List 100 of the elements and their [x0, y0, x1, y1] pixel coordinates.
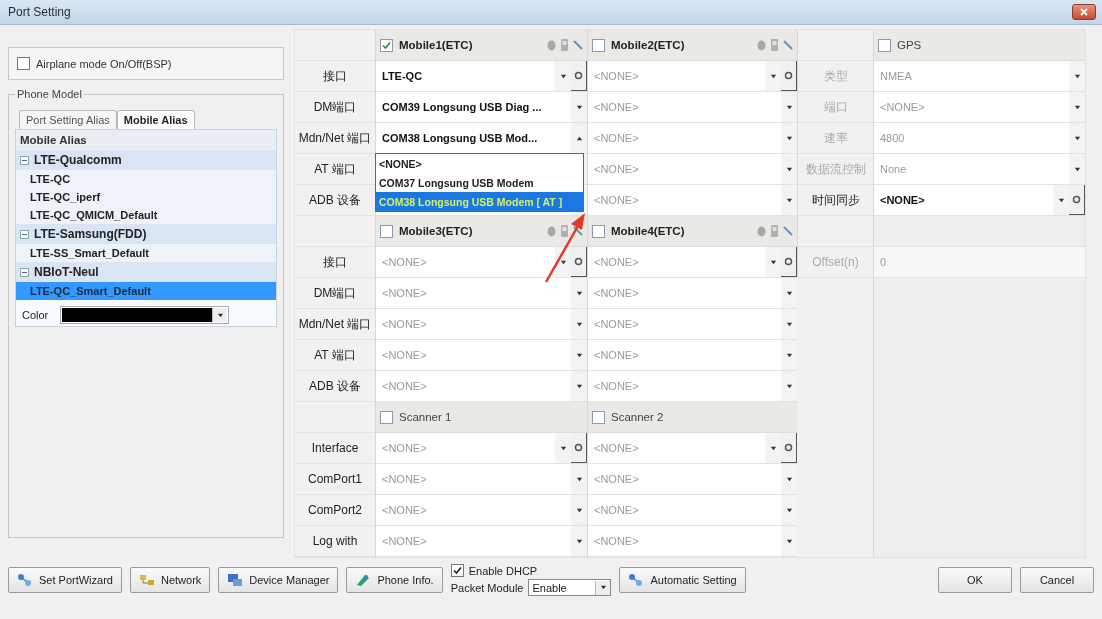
network-icon: [138, 573, 155, 587]
checkbox-label: Airplane mode On/Off(BSP): [36, 57, 172, 70]
toolbar-button[interactable]: Device Manager: [218, 567, 339, 593]
caret-icon: [785, 320, 793, 328]
tab[interactable]: Port Setting Alias: [19, 110, 117, 129]
tree-item[interactable]: LTE-QC_QMICM_Default: [16, 206, 276, 224]
tree-item[interactable]: LTE-QC: [16, 170, 276, 188]
caret-icon: [769, 444, 777, 452]
group-label: NBIoT-Neul: [34, 265, 99, 279]
list-header: Mobile Alias: [16, 130, 276, 150]
checkbox[interactable]: [450, 564, 464, 577]
caret-icon: [559, 444, 567, 452]
column-title: Scanner 1: [399, 411, 453, 423]
tree-item[interactable]: LTE-QC_Smart_Default: [16, 282, 276, 300]
dropdown-option[interactable]: <NONE>: [376, 154, 583, 173]
caret-icon: [216, 311, 224, 319]
plug-icon: [573, 39, 583, 51]
checkbox[interactable]: [17, 57, 30, 70]
checkbox[interactable]: [380, 224, 393, 238]
globe-icon: [547, 39, 556, 51]
checkbox-label: Enable DHCP: [468, 564, 538, 577]
circle-icon: [784, 71, 793, 80]
checkbox[interactable]: [380, 410, 393, 424]
settings-button[interactable]: [571, 61, 587, 91]
collapse-icon: [20, 155, 29, 165]
circle-icon: [1072, 195, 1081, 204]
row-label: 时间同步: [797, 185, 873, 216]
column-title: GPS: [897, 39, 923, 51]
collapse-icon: [20, 267, 29, 277]
close-button[interactable]: [1072, 4, 1096, 20]
circle-icon: [574, 443, 583, 452]
caret-icon: [1057, 196, 1065, 204]
globe-icon: [757, 225, 766, 237]
checkbox[interactable]: [592, 224, 605, 238]
color-label: Color: [22, 309, 49, 321]
caret-icon: [785, 475, 793, 483]
caret-icon: [785, 382, 793, 390]
caret-icon: [575, 351, 583, 359]
phone-icon: [355, 573, 372, 587]
checkbox[interactable]: [380, 38, 393, 52]
row-label: 类型: [797, 61, 873, 92]
caret-icon: [785, 289, 793, 297]
cancel-button[interactable]: Cancel: [1020, 567, 1094, 593]
close-icon: [1080, 8, 1088, 16]
caret-icon: [769, 258, 777, 266]
dropdown-option[interactable]: COM37 Longsung USB Modem: [376, 173, 583, 192]
caret-icon: [599, 584, 607, 591]
caret-icon: [1073, 103, 1081, 111]
caret-icon: [575, 537, 583, 545]
dropdown-field[interactable]: Enable: [528, 579, 612, 596]
column-title: Mobile4(ETC): [611, 225, 686, 237]
group-label: LTE-Samsung(FDD): [34, 227, 147, 241]
computer-icon: [227, 573, 244, 587]
caret-icon: [575, 382, 583, 390]
phone-icon: [770, 225, 779, 237]
plug-icon: [783, 39, 793, 51]
column-title: Mobile1(ETC): [399, 39, 474, 51]
circle-icon: [574, 257, 583, 266]
toolbar-button[interactable]: Network: [129, 567, 211, 593]
caret-icon: [575, 134, 583, 142]
connector-icon: [17, 573, 33, 587]
phone-icon: [560, 225, 569, 237]
tab[interactable]: Mobile Alias: [116, 110, 195, 129]
settings-button[interactable]: [1069, 185, 1085, 215]
row-label: Offset(n): [797, 247, 873, 278]
dropdown-option[interactable]: COM38 Longsung USB Modem [ AT ]: [376, 192, 583, 211]
tree-group[interactable]: LTE-Qualcomm: [16, 150, 276, 170]
window-title: Port Setting: [8, 5, 71, 19]
checkbox[interactable]: [878, 38, 891, 52]
circle-icon: [784, 257, 793, 266]
ok-button[interactable]: OK: [938, 567, 1012, 593]
phone-icon: [770, 39, 779, 51]
circle-icon: [784, 443, 793, 452]
tree-item[interactable]: LTE-QC_iperf: [16, 188, 276, 206]
caret-icon: [575, 289, 583, 297]
column-title: Mobile2(ETC): [611, 39, 686, 51]
caret-icon: [575, 103, 583, 111]
caret-icon: [785, 134, 793, 142]
caret-icon: [785, 196, 793, 204]
caret-icon: [575, 475, 583, 483]
toolbar-button[interactable]: Automatic Setting: [619, 567, 746, 593]
caret-icon: [785, 351, 793, 359]
tree-group[interactable]: NBIoT-Neul: [16, 262, 276, 282]
dropdown-field[interactable]: COM39 Longsung USB Diag ...: [376, 92, 587, 122]
toolbar-button[interactable]: Phone Info.: [346, 567, 443, 593]
checkbox[interactable]: [592, 38, 605, 52]
tree-group[interactable]: LTE-Samsung(FDD): [16, 224, 276, 244]
checkbox[interactable]: [592, 410, 605, 424]
color-picker[interactable]: [60, 306, 230, 324]
caret-icon: [785, 537, 793, 545]
group-title: Phone Model: [16, 88, 83, 100]
globe-icon: [757, 39, 766, 51]
toolbar-button[interactable]: Set PortWizard: [8, 567, 122, 593]
column-title: Scanner 2: [611, 411, 665, 423]
row-label: 速率: [797, 123, 873, 154]
tree-item[interactable]: LTE-SS_Smart_Default: [16, 244, 276, 262]
phone-icon: [560, 39, 569, 51]
row-label: 数据流控制: [797, 154, 873, 185]
caret-icon: [1073, 134, 1081, 142]
caret-icon: [559, 258, 567, 266]
